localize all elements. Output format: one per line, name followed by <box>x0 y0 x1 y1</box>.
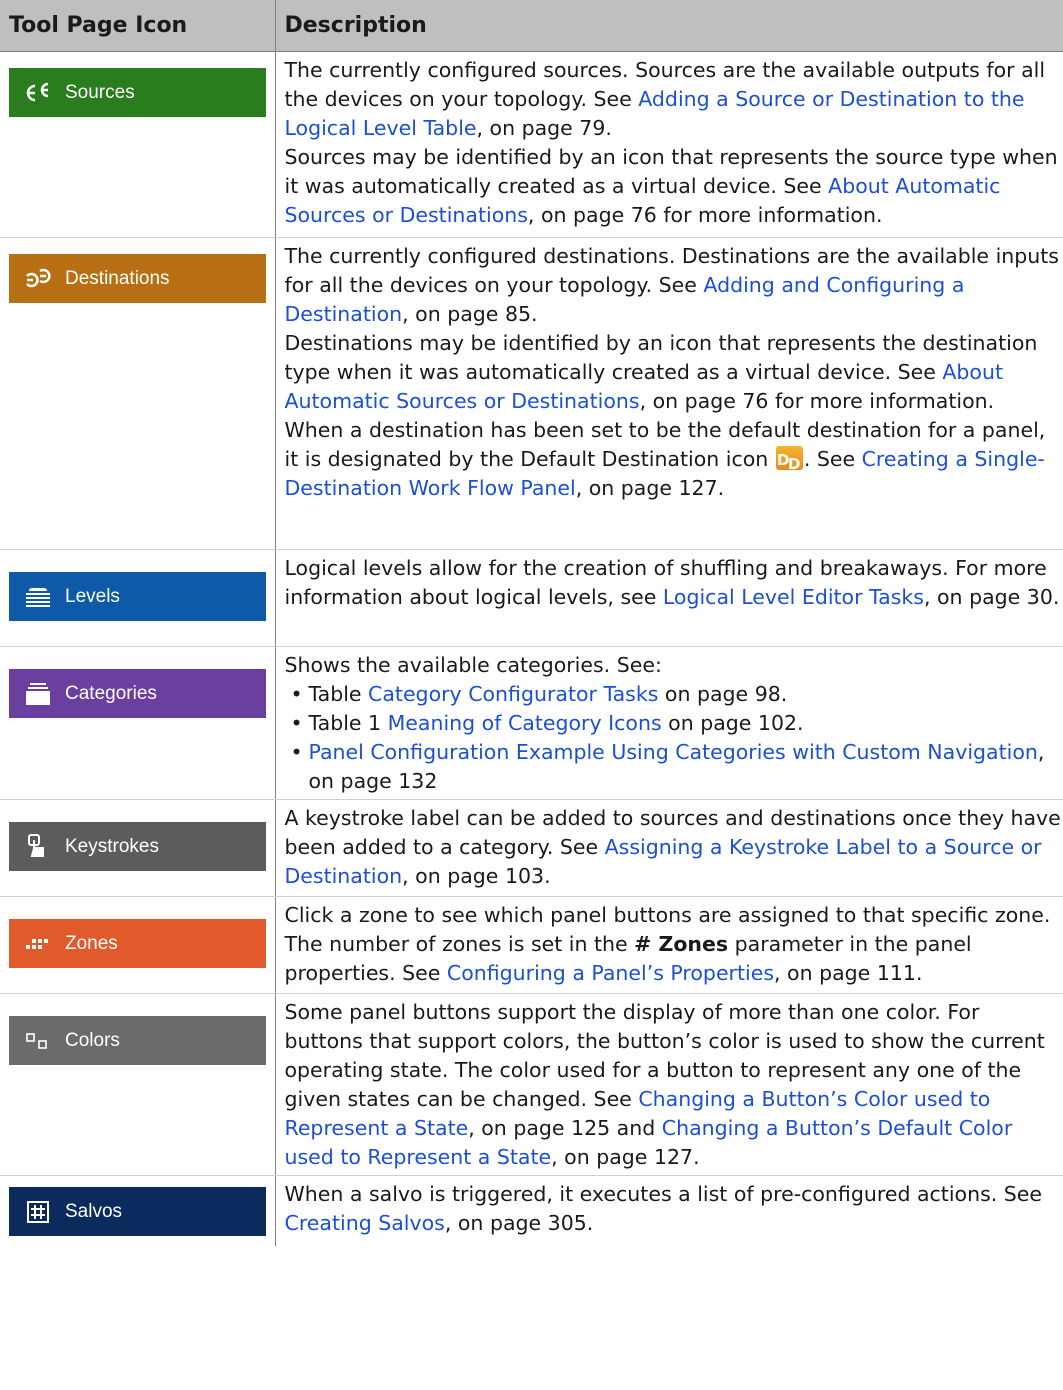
categories-description: Shows the available categories. See: Tab… <box>274 646 1063 800</box>
levels-tool-label: Levels <box>65 585 120 607</box>
paragraph: The currently configured destinations. D… <box>285 242 1063 329</box>
svg-text:D: D <box>788 455 800 470</box>
keystrokes-description: A keystroke label can be added to source… <box>274 799 1063 897</box>
text: , on page 76 for more information. <box>527 203 883 227</box>
bullet-list: Table Category Configurator Tasks on pag… <box>285 680 1063 796</box>
zones-tool-label: Zones <box>65 932 118 954</box>
text: , on page 111. <box>774 961 923 985</box>
paragraph: Sources may be identified by an icon tha… <box>285 143 1063 230</box>
categories-tool-label: Categories <box>65 682 157 704</box>
text: Destinations may be identified by an ico… <box>284 331 1038 384</box>
link-meaning-of-category-icons[interactable]: Meaning of Category Icons <box>388 711 662 735</box>
table-row: Keystrokes A keystroke label can be adde… <box>0 799 1063 897</box>
paragraph: Click a zone to see which panel buttons … <box>285 901 1063 988</box>
salvos-tool-button[interactable]: Salvos <box>9 1187 266 1236</box>
destinations-description: The currently configured destinations. D… <box>274 237 1063 550</box>
list-item: Table Category Configurator Tasks on pag… <box>285 680 1063 709</box>
table-row: Categories Shows the available categorie… <box>0 646 1063 800</box>
table-row: Zones Click a zone to see which panel bu… <box>0 896 1063 994</box>
table-row: Colors Some panel buttons support the di… <box>0 993 1063 1176</box>
link-category-configurator-tasks[interactable]: Category Configurator Tasks <box>368 682 658 706</box>
zones-parameter-name: # Zones <box>634 932 729 956</box>
salvos-icon <box>23 1197 53 1227</box>
paragraph: A keystroke label can be added to source… <box>285 804 1063 891</box>
table-row: Sources The currently configured sources… <box>0 51 1063 238</box>
list-item: Table 1 Meaning of Category Icons on pag… <box>285 709 1063 738</box>
header-description: Description <box>274 0 1063 52</box>
text: , on page 125 and <box>468 1116 662 1140</box>
levels-tool-button[interactable]: Levels <box>9 572 266 621</box>
text: , on page 127. <box>551 1145 700 1169</box>
zones-icon <box>23 929 53 959</box>
text: Table <box>308 682 369 706</box>
colors-tool-button[interactable]: Colors <box>9 1016 266 1065</box>
sources-tool-label: Sources <box>65 81 135 103</box>
paragraph: The currently configured sources. Source… <box>285 56 1063 143</box>
paragraph: Shows the available categories. See: <box>284 653 662 677</box>
tool-page-icon-table: Tool Page Icon Description Sources The c… <box>0 0 1063 1246</box>
text: on page 98. <box>658 682 788 706</box>
table-header-row: Tool Page Icon Description <box>0 0 1063 52</box>
levels-description: Logical levels allow for the creation of… <box>274 549 1063 647</box>
destinations-tool-label: Destinations <box>65 267 170 289</box>
zones-tool-button[interactable]: Zones <box>9 919 266 968</box>
paragraph: When a salvo is triggered, it executes a… <box>285 1180 1063 1238</box>
zones-description: Click a zone to see which panel buttons … <box>274 896 1063 994</box>
keystrokes-icon <box>23 832 53 862</box>
paragraph: Logical levels allow for the creation of… <box>285 554 1063 612</box>
text: on page 102. <box>661 711 804 735</box>
colors-icon <box>23 1026 53 1056</box>
text: , on page 76 for more information. <box>639 389 995 413</box>
table-row: Salvos When a salvo is triggered, it exe… <box>0 1175 1063 1246</box>
table-row: Destinations The currently configured de… <box>0 237 1063 550</box>
sources-icon <box>23 78 53 108</box>
keystrokes-tool-button[interactable]: Keystrokes <box>9 822 266 871</box>
paragraph: Some panel buttons support the display o… <box>285 998 1063 1172</box>
destinations-icon <box>23 264 53 294</box>
sources-description: The currently configured sources. Source… <box>274 51 1063 238</box>
text: , on page 305. <box>444 1211 594 1235</box>
text: , on page 85. <box>402 302 538 326</box>
paragraph: Destinations may be identified by an ico… <box>285 329 1063 416</box>
text: , on page 30. <box>923 585 1060 609</box>
text: . See <box>803 447 862 471</box>
destinations-tool-button[interactable]: Destinations <box>9 254 266 303</box>
link-creating-salvos[interactable]: Creating Salvos <box>285 1211 445 1235</box>
colors-description: Some panel buttons support the display o… <box>274 993 1063 1176</box>
text: When a salvo is triggered, it executes a… <box>284 1182 1043 1206</box>
text: , on page 103. <box>402 864 551 888</box>
table-row: Levels Logical levels allow for the crea… <box>0 549 1063 647</box>
colors-tool-label: Colors <box>65 1029 120 1051</box>
link-logical-level-editor[interactable]: Logical Level Editor Tasks <box>663 585 924 609</box>
link-configuring-panel-properties[interactable]: Configuring a Panel’s Properties <box>447 961 774 985</box>
categories-tool-button[interactable]: Categories <box>9 669 266 718</box>
paragraph: When a destination has been set to be th… <box>285 416 1063 503</box>
header-tool-page-icon: Tool Page Icon <box>0 0 275 52</box>
categories-icon <box>23 679 53 709</box>
text: Table 1 <box>308 711 388 735</box>
salvos-tool-label: Salvos <box>65 1200 123 1222</box>
text: , on page 127. <box>575 476 725 500</box>
keystrokes-tool-label: Keystrokes <box>65 835 159 857</box>
levels-icon <box>23 582 53 612</box>
sources-tool-button[interactable]: Sources <box>9 68 266 117</box>
text: , on page 79. <box>476 116 612 140</box>
salvos-description: When a salvo is triggered, it executes a… <box>274 1175 1063 1246</box>
link-panel-configuration-example[interactable]: Panel Configuration Example Using Catego… <box>309 740 1038 764</box>
default-destination-icon: DD <box>775 446 803 470</box>
list-item: Panel Configuration Example Using Catego… <box>285 738 1063 796</box>
